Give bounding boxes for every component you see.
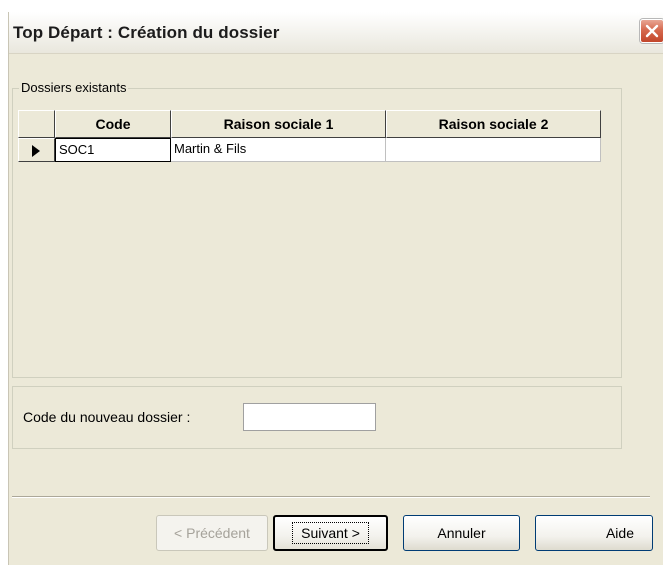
new-file-code-input[interactable]	[243, 403, 376, 431]
row-indicator[interactable]	[18, 138, 55, 162]
previous-button[interactable]: < Précédent	[156, 515, 268, 551]
existing-files-grid[interactable]: Code Raison sociale 1 Raison sociale 2 S…	[18, 110, 601, 376]
button-separator	[12, 496, 650, 498]
row-pointer-icon	[32, 145, 40, 157]
new-file-code-label: Code du nouveau dossier :	[23, 409, 191, 425]
cancel-button[interactable]: Annuler	[403, 515, 520, 551]
window-title: Top Départ : Création du dossier	[13, 23, 280, 42]
close-icon	[645, 24, 659, 38]
existing-files-legend: Dossiers existants	[19, 80, 129, 95]
next-button[interactable]: Suivant >	[273, 515, 388, 551]
next-button-label: Suivant >	[292, 522, 369, 544]
grid-header-corner	[18, 110, 55, 138]
help-button[interactable]: Aide	[535, 515, 653, 551]
cell-raison-sociale-2[interactable]	[386, 138, 601, 162]
grid-header-raison-sociale-2[interactable]: Raison sociale 2	[386, 110, 601, 138]
close-button[interactable]	[640, 19, 663, 43]
grid-header-code[interactable]: Code	[55, 110, 171, 138]
cell-raison-sociale-1[interactable]: Martin & Fils	[171, 138, 386, 162]
grid-header-raison-sociale-1[interactable]: Raison sociale 1	[171, 110, 386, 138]
grid-header: Code Raison sociale 1 Raison sociale 2	[18, 110, 601, 138]
title-bar[interactable]: Top Départ : Création du dossier	[9, 12, 663, 54]
table-row[interactable]: SOC1 Martin & Fils	[18, 138, 601, 162]
cell-code[interactable]: SOC1	[55, 138, 171, 162]
